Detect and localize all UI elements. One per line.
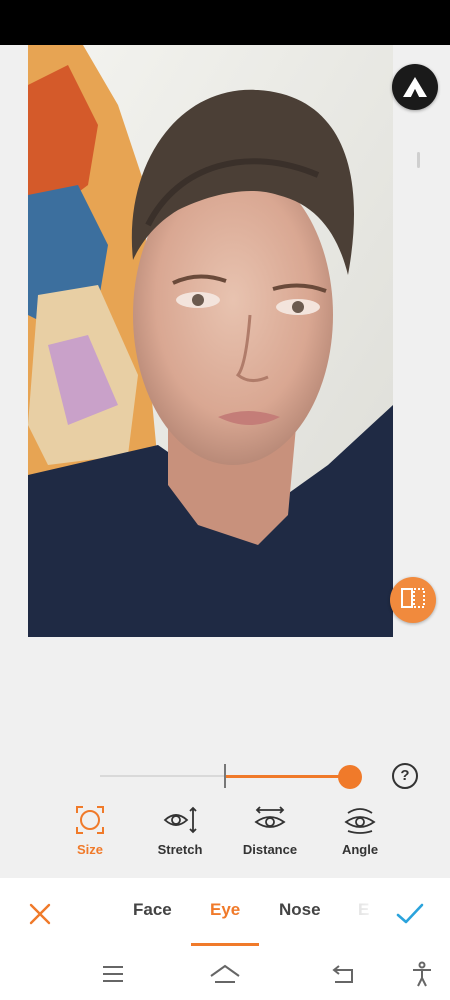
help-button[interactable]: ?: [392, 763, 418, 789]
tool-label: Distance: [242, 842, 298, 857]
slider-center-mark: [224, 764, 226, 788]
tab-fade-right: [348, 878, 384, 948]
tool-label: Angle: [341, 842, 379, 857]
tool-distance[interactable]: Distance: [225, 800, 315, 857]
airbrush-logo-icon[interactable]: [392, 64, 438, 110]
close-icon: [28, 902, 52, 931]
compare-split-icon: [400, 586, 426, 615]
tab-nose[interactable]: Nose: [279, 900, 321, 920]
tool-size[interactable]: Size: [45, 800, 135, 857]
tool-label: Size: [76, 842, 103, 857]
active-tab-indicator: [191, 943, 259, 946]
eye-tools-row: Size Stretch Distance Angle: [0, 800, 450, 875]
confirm-button[interactable]: [392, 898, 428, 934]
menu-icon[interactable]: [93, 958, 133, 990]
slider-fill: [224, 775, 350, 778]
slider-thumb[interactable]: [338, 765, 362, 789]
system-nav-bar: [0, 948, 450, 1000]
feature-tab-bar: Face Eye Nose E: [0, 878, 450, 948]
tab-fade-left: [80, 878, 108, 948]
tool-angle[interactable]: Angle: [315, 800, 405, 857]
status-bar: [0, 0, 450, 45]
scroll-indicator[interactable]: [417, 152, 420, 168]
cancel-button[interactable]: [22, 898, 58, 934]
tab-face[interactable]: Face: [133, 900, 172, 920]
tool-stretch[interactable]: Stretch: [135, 800, 225, 857]
intensity-slider[interactable]: [100, 760, 362, 792]
eye-distance-icon: [225, 800, 315, 840]
back-icon[interactable]: [323, 958, 363, 990]
size-frame-icon: [45, 800, 135, 840]
tab-eye[interactable]: Eye: [210, 900, 240, 920]
tool-label: Stretch: [157, 842, 203, 857]
eye-stretch-icon: [135, 800, 225, 840]
edited-photo[interactable]: [28, 45, 393, 637]
accessibility-icon[interactable]: [402, 958, 442, 990]
compare-button[interactable]: [390, 577, 436, 623]
checkmark-icon: [395, 902, 425, 931]
eye-angle-icon: [315, 800, 405, 840]
home-icon[interactable]: [205, 958, 245, 990]
photo-canvas[interactable]: [0, 45, 450, 760]
